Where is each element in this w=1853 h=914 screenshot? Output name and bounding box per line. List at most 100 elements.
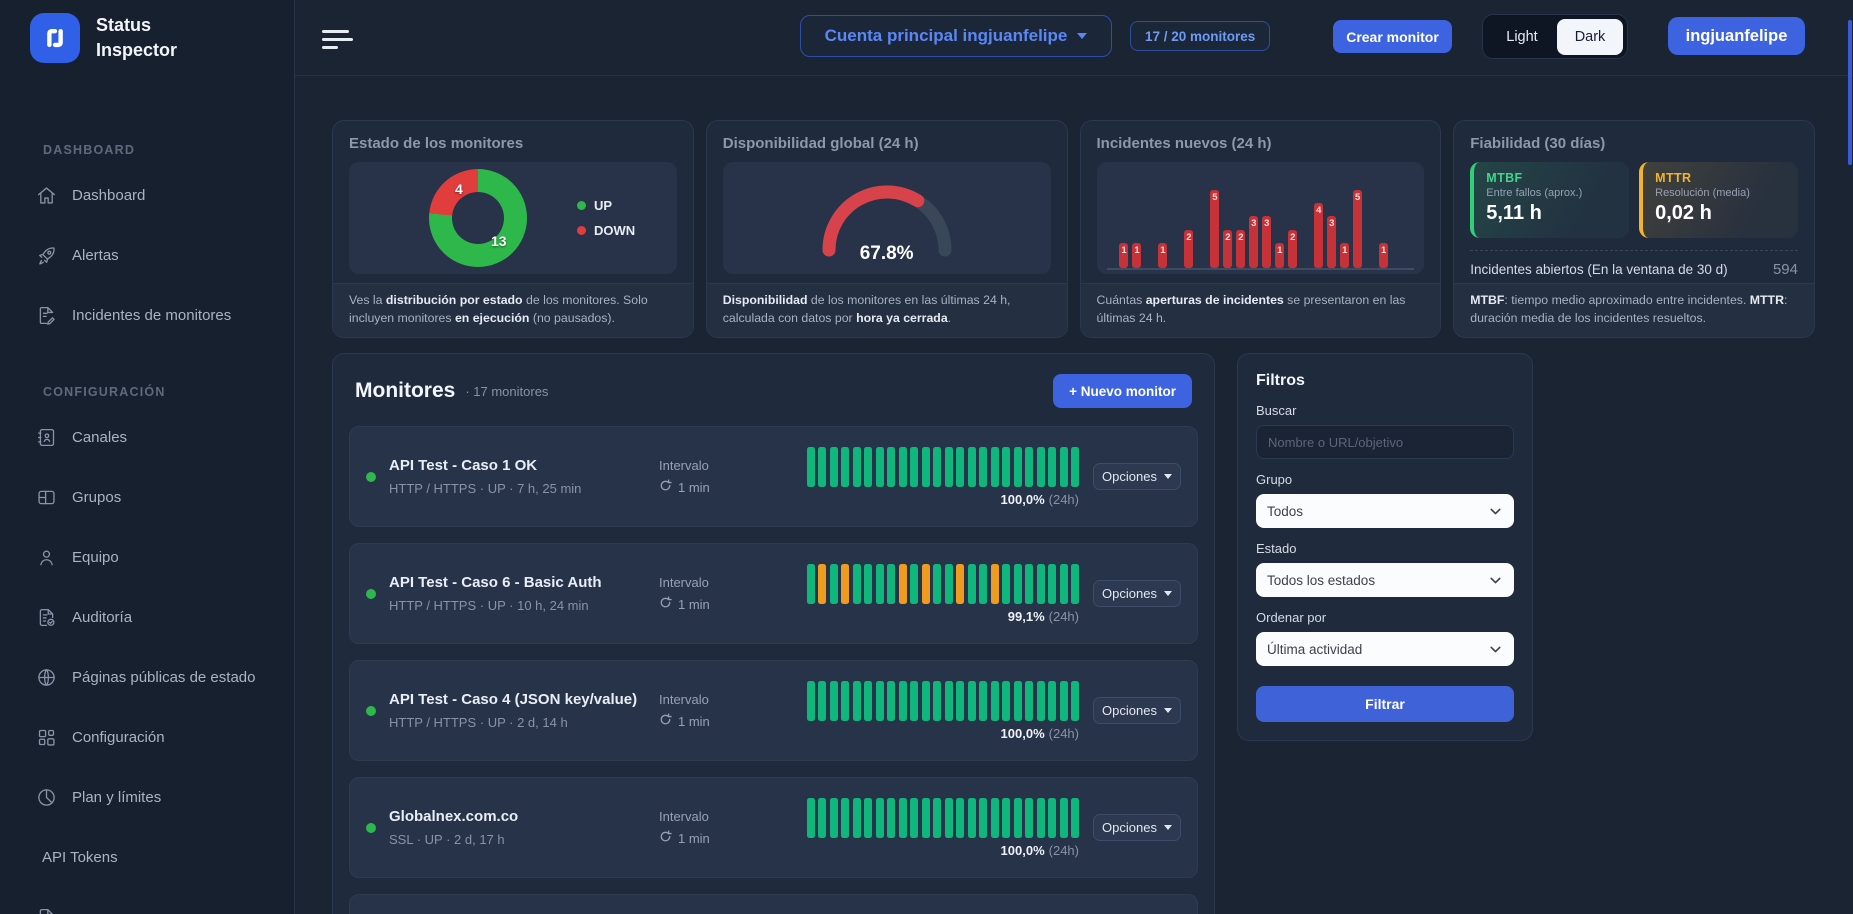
legend-item-down: DOWN	[577, 223, 635, 238]
new-monitor-button[interactable]: + Nuevo monitor	[1053, 374, 1192, 408]
uptime-bar	[1071, 681, 1079, 721]
address-book-icon	[36, 427, 57, 448]
group-select[interactable]: Todos	[1256, 494, 1514, 528]
uptime-bar	[887, 447, 895, 487]
interval-value: 1 min	[659, 713, 789, 729]
app-logo[interactable]: Status Inspector	[0, 0, 294, 63]
sidebar-item-canales[interactable]: Canales	[0, 407, 294, 467]
uptime-bar	[830, 447, 838, 487]
chevron-down-icon	[1488, 573, 1503, 588]
uptime-bar	[864, 798, 872, 838]
sidebar-item-dashboard[interactable]: Dashboard	[0, 165, 294, 225]
uptime-bar	[933, 447, 941, 487]
chevron-down-icon	[1164, 474, 1172, 479]
incident-bar: 2	[1223, 230, 1232, 268]
monitor-row: Globalnex.com.coSSL · UP · 2 d, 17 hInte…	[349, 777, 1198, 878]
uptime-bar	[876, 681, 884, 721]
legend-label: DOWN	[594, 223, 635, 238]
chevron-down-icon	[1488, 504, 1503, 519]
uptime-bar	[1060, 681, 1068, 721]
uptime-bar	[864, 564, 872, 604]
interval-value: 1 min	[659, 479, 789, 495]
uptime-bar	[1071, 798, 1079, 838]
sidebar-item-label: Dashboard	[72, 187, 145, 204]
options-button[interactable]: Opciones	[1093, 814, 1181, 841]
uptime-bar	[818, 681, 826, 721]
theme-light-button[interactable]: Light	[1487, 29, 1557, 45]
uptime-bar	[853, 681, 861, 721]
sidebar-item-incidentes-de-monitores[interactable]: Incidentes de monitores	[0, 285, 294, 345]
state-select[interactable]: Todos los estados	[1256, 563, 1514, 597]
refresh-icon	[659, 830, 672, 846]
theme-dark-button[interactable]: Dark	[1557, 19, 1623, 55]
status-up-dot-icon	[366, 823, 376, 833]
sidebar-item-alertas[interactable]: Alertas	[0, 225, 294, 285]
card-title: Fiabilidad (30 días)	[1470, 135, 1798, 152]
uptime-bar	[864, 447, 872, 487]
uptime-bars[interactable]	[807, 447, 1080, 487]
uptime-bar	[876, 798, 884, 838]
group-label: Grupo	[1256, 472, 1514, 487]
monitors-count: · 17 monitores	[465, 384, 548, 399]
sidebar-item-label: Alertas	[72, 247, 119, 264]
uptime-bar	[922, 447, 930, 487]
options-button[interactable]: Opciones	[1093, 697, 1181, 724]
uptime-bar	[841, 564, 849, 604]
uptime-bar	[1014, 681, 1022, 721]
sidebar-item-plan-y-limites[interactable]: Plan y límites	[0, 767, 294, 827]
donut-up-value: 13	[491, 233, 507, 249]
account-dropdown[interactable]: Cuenta principal ingjuanfelipe	[800, 15, 1112, 57]
mtbf-label: MTBF	[1486, 171, 1617, 185]
sort-select[interactable]: Última actividad	[1256, 632, 1514, 666]
monitors-title: Monitores	[355, 379, 455, 403]
uptime-bar	[956, 681, 964, 721]
uptime-percent: 100,0%(24h)	[1001, 492, 1079, 507]
uptime-bars[interactable]	[807, 681, 1080, 721]
sidebar: Status Inspector DASHBOARDDashboardAlert…	[0, 0, 295, 914]
sidebar-item-grupos[interactable]: Grupos	[0, 467, 294, 527]
options-button[interactable]: Opciones	[1093, 580, 1181, 607]
options-label: Opciones	[1102, 586, 1157, 601]
app-logo-icon	[30, 13, 80, 63]
options-button[interactable]: Opciones	[1093, 463, 1181, 490]
scrollbar-thumb[interactable]	[1848, 20, 1852, 165]
hamburger-icon	[322, 30, 349, 33]
uptime-bar	[991, 681, 999, 721]
uptime-bar	[1002, 798, 1010, 838]
uptime-bars[interactable]	[807, 564, 1080, 604]
sidebar-item-item[interactable]	[0, 887, 294, 914]
up-dot-icon	[577, 201, 586, 210]
uptime-bar	[1037, 798, 1045, 838]
sidebar-item-configuracion[interactable]: Configuración	[0, 707, 294, 767]
search-input[interactable]	[1256, 425, 1514, 459]
uptime-bar	[818, 798, 826, 838]
uptime-bar	[968, 447, 976, 487]
interval-text: 1 min	[678, 597, 710, 612]
interval-text: 1 min	[678, 831, 710, 846]
sidebar-item-paginas-publicas-de-estado[interactable]: Páginas públicas de estado	[0, 647, 294, 707]
monitor-row	[349, 894, 1198, 914]
availability-gauge-chart: 67.8%	[723, 162, 1051, 274]
user-menu-button[interactable]: ingjuanfelipe	[1668, 17, 1805, 55]
sidebar-nav: DASHBOARDDashboardAlertasIncidentes de m…	[0, 63, 294, 914]
menu-toggle-button[interactable]	[322, 30, 353, 53]
sidebar-item-api-tokens[interactable]: API Tokens	[0, 827, 294, 887]
interval-label: Intervalo	[659, 809, 789, 824]
monitor-interval: Intervalo1 min	[659, 458, 789, 495]
monitor-name: API Test - Caso 1 OK	[389, 457, 659, 474]
mttr-label: MTTR	[1655, 171, 1786, 185]
create-monitor-button[interactable]: Crear monitor	[1333, 20, 1452, 53]
uptime-bars[interactable]	[807, 798, 1080, 838]
monitor-meta: HTTP / HTTPS · UP · 2 d, 14 h	[389, 715, 659, 730]
sidebar-item-auditoria[interactable]: Auditoría	[0, 587, 294, 647]
uptime-bar	[933, 798, 941, 838]
filter-submit-button[interactable]: Filtrar	[1256, 686, 1514, 722]
uptime-bar	[910, 564, 918, 604]
incident-bar: 1	[1119, 243, 1128, 268]
status-up-dot-icon	[366, 706, 376, 716]
uptime-bar	[1048, 798, 1056, 838]
new-incidents-card: Incidentes nuevos (24 h) 111252233124315…	[1080, 120, 1442, 338]
sidebar-item-label: Equipo	[72, 549, 119, 566]
chevron-down-icon	[1164, 591, 1172, 596]
sidebar-item-equipo[interactable]: Equipo	[0, 527, 294, 587]
